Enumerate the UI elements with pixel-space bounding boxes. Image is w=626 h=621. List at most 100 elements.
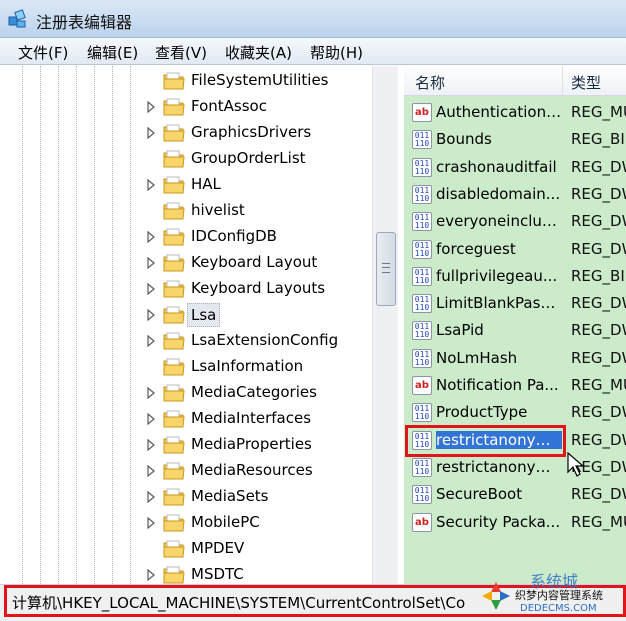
binary-value-icon: 011 110	[412, 130, 432, 150]
value-row[interactable]: 011110ProductType REG_DW	[404, 399, 626, 426]
binary-value-icon: 011 110	[412, 403, 432, 423]
watermark-url: DEDECMS.COM	[520, 603, 597, 614]
value-row[interactable]: 011110restrictanonym...REG_DW	[404, 454, 626, 481]
tree-item[interactable]: MediaProperties	[0, 432, 372, 458]
scrollbar-thumb[interactable]	[376, 232, 396, 306]
tree-item[interactable]: MediaCategories	[0, 380, 372, 406]
menu-view[interactable]: 查看(V)	[155, 42, 207, 63]
tree-item[interactable]: MSDTC	[0, 562, 372, 584]
expand-arrow-icon[interactable]	[145, 490, 157, 504]
value-type: REG_DW	[571, 485, 626, 504]
binary-value-icon: 011 110	[412, 485, 432, 505]
value-type: REG_DW	[571, 157, 626, 176]
string-value-icon: ab	[412, 103, 432, 122]
column-separator[interactable]	[562, 66, 563, 96]
value-type: REG_DW	[571, 348, 626, 367]
value-row[interactable]: 011110LimitBlankPass... REG_DW	[404, 290, 626, 317]
binary-value-icon: 011 110	[412, 266, 432, 286]
expand-arrow-icon[interactable]	[145, 230, 157, 244]
value-row[interactable]: abNotification Pa... REG_MU	[404, 372, 626, 399]
tree-item[interactable]: LsaInformation	[0, 354, 372, 380]
folder-icon	[163, 254, 185, 272]
column-header-name[interactable]: 名称	[415, 72, 445, 93]
expand-arrow-icon[interactable]	[145, 438, 157, 452]
expand-arrow-icon[interactable]	[145, 516, 157, 530]
value-name: LimitBlankPass...	[436, 294, 562, 313]
binary-value-icon: 011 110	[412, 348, 432, 368]
expand-arrow-icon[interactable]	[145, 100, 157, 114]
tree-item[interactable]: HAL	[0, 172, 372, 198]
menu-help[interactable]: 帮助(H)	[310, 42, 363, 63]
tree-item[interactable]: MediaInterfaces	[0, 406, 372, 432]
tree-item-label: MediaCategories	[191, 383, 317, 401]
tree-item[interactable]: GraphicsDrivers	[0, 120, 372, 146]
value-row[interactable]: 011110crashonauditfail REG_DW	[404, 154, 626, 181]
registry-key-tree[interactable]: FileSystemUtilities FontAssoc GraphicsDriv…	[0, 66, 398, 584]
menu-edit[interactable]: 编辑(E)	[87, 42, 138, 63]
value-type: REG_DW	[571, 184, 626, 203]
folder-icon	[163, 72, 185, 90]
value-type: REG_DW	[571, 403, 626, 422]
value-type: REG_MU	[571, 376, 626, 394]
tree-item-label: Keyboard Layouts	[191, 279, 326, 297]
folder-icon	[163, 306, 185, 324]
folder-icon	[163, 540, 185, 558]
value-row[interactable]: 011110fullprivilegeau... REG_BIN	[404, 263, 626, 290]
folder-icon	[163, 488, 185, 506]
value-type: REG_DW	[571, 321, 626, 340]
tree-item[interactable]: MediaSets	[0, 484, 372, 510]
column-header-type[interactable]: 类型	[571, 72, 601, 93]
tree-item[interactable]: GroupOrderList	[0, 146, 372, 172]
value-row[interactable]: 011110everyoneinclud... REG_DW	[404, 208, 626, 235]
expand-arrow-icon[interactable]	[145, 386, 157, 400]
tree-item[interactable]: LsaExtensionConfig	[0, 328, 372, 354]
value-row[interactable]: abSecurity Packa... REG_MU	[404, 509, 626, 536]
value-row[interactable]: 011110forceguest REG_DW	[404, 236, 626, 263]
value-row[interactable]: abAuthentication ... REG_MU	[404, 99, 626, 126]
value-name: Authentication ...	[436, 103, 562, 121]
value-row[interactable]: 011110LsaPid REG_DW	[404, 317, 626, 344]
value-name: Bounds	[436, 130, 492, 149]
tree-scrollbar[interactable]	[372, 66, 398, 584]
string-value-icon: ab	[412, 512, 432, 532]
window-title: 注册表编辑器	[36, 13, 133, 32]
registry-editor-icon	[8, 9, 26, 28]
binary-value-icon: 011 110	[412, 294, 432, 314]
tree-item[interactable]: hivelist	[0, 198, 372, 224]
value-row[interactable]: 011110NoLmHash REG_DW	[404, 345, 626, 372]
tree-item-label: HAL	[191, 175, 221, 193]
tree-item[interactable]: MediaResources	[0, 458, 372, 484]
folder-icon	[163, 150, 185, 168]
tree-item[interactable]: IDConfigDB	[0, 224, 372, 250]
tree-item-label: GraphicsDrivers	[191, 123, 312, 141]
value-row[interactable]: 011110SecureBoot REG_DW	[404, 481, 626, 508]
expand-arrow-icon[interactable]	[145, 308, 157, 322]
folder-icon	[163, 358, 185, 376]
expand-arrow-icon[interactable]	[145, 568, 157, 582]
menu-file[interactable]: 文件(F)	[18, 42, 68, 63]
tree-item[interactable]: Keyboard Layout	[0, 250, 372, 276]
expand-arrow-icon[interactable]	[145, 334, 157, 348]
tree-item[interactable]: Keyboard Layouts	[0, 276, 372, 302]
expand-arrow-icon[interactable]	[145, 412, 157, 426]
expand-arrow-icon[interactable]	[145, 126, 157, 140]
tree-item[interactable]: MobilePC	[0, 510, 372, 536]
folder-icon	[163, 176, 185, 194]
tree-item-label: MediaInterfaces	[191, 409, 312, 427]
folder-icon	[163, 98, 185, 116]
tree-item[interactable]: FileSystemUtilities	[0, 68, 372, 94]
tree-item-selected[interactable]: Lsa	[0, 302, 372, 328]
value-type: REG_DW	[571, 239, 626, 258]
registry-values-list[interactable]: 名称 类型 abAuthentication ...REG_MU011110Bo…	[404, 66, 626, 584]
expand-arrow-icon[interactable]	[145, 464, 157, 478]
expand-arrow-icon[interactable]	[145, 178, 157, 192]
menu-favorites[interactable]: 收藏夹(A)	[225, 42, 292, 63]
binary-value-icon: 011 110	[412, 212, 432, 232]
tree-item[interactable]: FontAssoc	[0, 94, 372, 120]
value-row[interactable]: 011110disabledomain... REG_DW	[404, 181, 626, 208]
folder-icon	[163, 228, 185, 246]
expand-arrow-icon[interactable]	[145, 256, 157, 270]
tree-item[interactable]: MPDEV	[0, 536, 372, 562]
expand-arrow-icon[interactable]	[145, 282, 157, 296]
value-row[interactable]: 011110Bounds REG_BIN	[404, 126, 626, 153]
